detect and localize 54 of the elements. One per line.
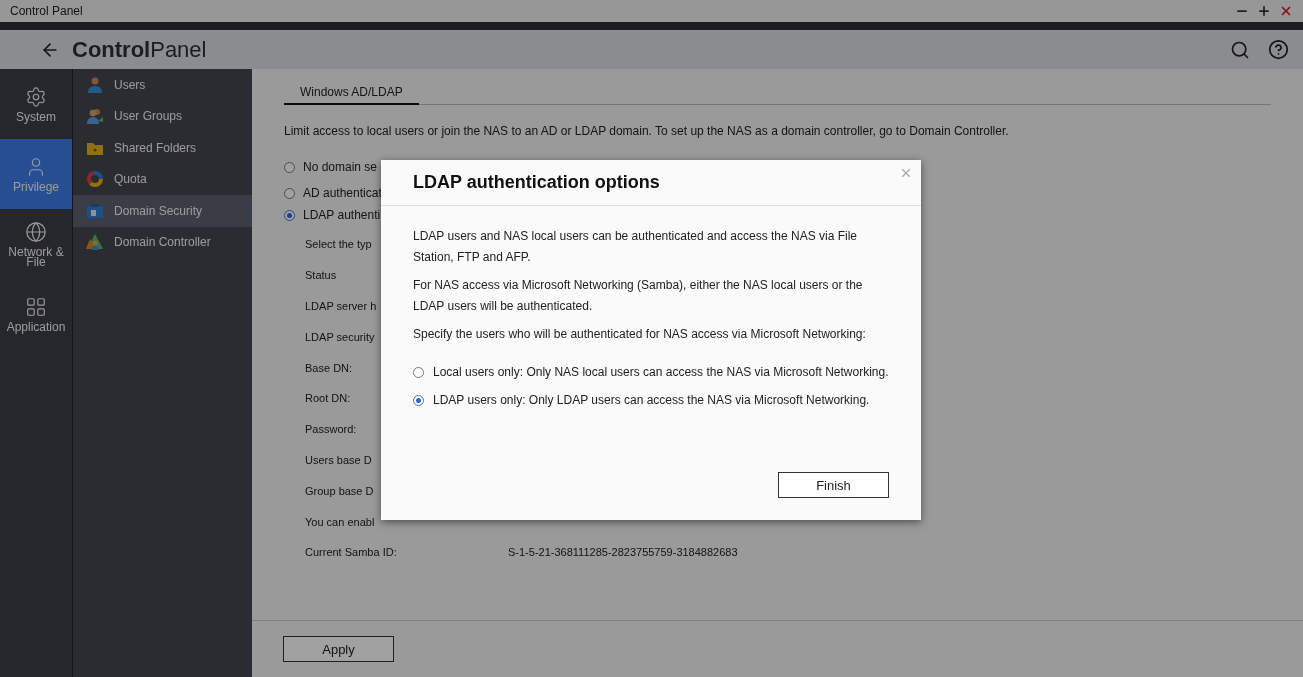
option-label: No domain se [303, 160, 378, 174]
field-label: Select the typ [305, 238, 372, 251]
tab[interactable]: Windows AD/LDAP [284, 81, 419, 105]
menu-item[interactable]: Shared Folders [73, 132, 252, 164]
field-label: Group base D [305, 484, 374, 497]
radio-button[interactable] [413, 395, 424, 406]
pie-chart-icon [86, 170, 104, 189]
gear-icon [25, 86, 47, 108]
dialog-text: Specify the users who will be authenticated for NAS access via Microsoft Networking: [413, 326, 867, 343]
user-group-icon [86, 107, 104, 126]
field-label: Status [305, 269, 337, 282]
menu-item[interactable]: Domain Security [73, 195, 252, 227]
field-label: LDAP server h [305, 300, 377, 312]
search-button[interactable] [1230, 39, 1250, 60]
dialog-title: LDAP authentication options [413, 172, 660, 193]
grid-icon [25, 296, 47, 318]
field-label: You can enabl [305, 515, 375, 528]
network-users-icon [86, 233, 104, 252]
dialog-text: LDAP users and NAS local users can be authenticated and access the NAS via File Station, FTP and AFP. [413, 228, 859, 266]
nav-item[interactable]: System [0, 69, 72, 139]
menu-item[interactable]: Domain Controller [73, 226, 252, 258]
intro-text: Limit access to local users or join the NAS to an AD or LDAP domain. To set up the NAS as a domain controller, go to Domain Controller. [284, 124, 1010, 138]
option-label: LDAP authenti [303, 208, 381, 222]
radio-button[interactable] [284, 209, 295, 221]
option-label: LDAP users only: Only LDAP users can access the NAS via Microsoft Networking. [433, 392, 870, 409]
apply-button[interactable]: Apply [283, 636, 394, 662]
field-label: Current Samba ID: [305, 546, 397, 559]
dialog-text: For NAS access via Microsoft Networking (Samba), either the NAS local users or the LDAP users will be authenticated. [413, 277, 864, 315]
id-card-icon [86, 201, 104, 220]
field-label: Root DN: [305, 392, 351, 405]
field-label: Users base D [305, 453, 372, 466]
menu-item[interactable]: User Groups [73, 100, 252, 132]
app-title: ControlPanel [72, 36, 208, 63]
radio-button[interactable] [284, 187, 295, 199]
maximize-icon[interactable] [1257, 4, 1271, 18]
close-icon[interactable] [1279, 4, 1293, 18]
finish-button[interactable]: Finish [778, 472, 889, 498]
globe-icon [25, 221, 47, 243]
option-label: Local users only: Only NAS local users can access the NAS via Microsoft Networking. [433, 364, 889, 381]
field-value: S-1-5-21-368111285-2823755759-3184882683 [508, 546, 738, 559]
radio-button[interactable] [284, 161, 295, 173]
field-label: LDAP security [305, 330, 375, 343]
field-label: Password: [305, 423, 357, 436]
nav-item[interactable]: Privilege [0, 139, 72, 209]
help-button[interactable] [1268, 39, 1289, 60]
menu-item[interactable]: Users [73, 69, 252, 101]
nav-item[interactable]: Network & File [0, 209, 72, 279]
menu-item[interactable]: Quota [73, 163, 252, 195]
window-title: Control Panel [10, 4, 84, 18]
option-label: AD authenticat [303, 186, 382, 200]
field-label: Base DN: [305, 361, 353, 374]
user-icon [86, 75, 104, 94]
nav-item[interactable]: Application [0, 279, 72, 349]
radio-button[interactable] [413, 367, 424, 378]
